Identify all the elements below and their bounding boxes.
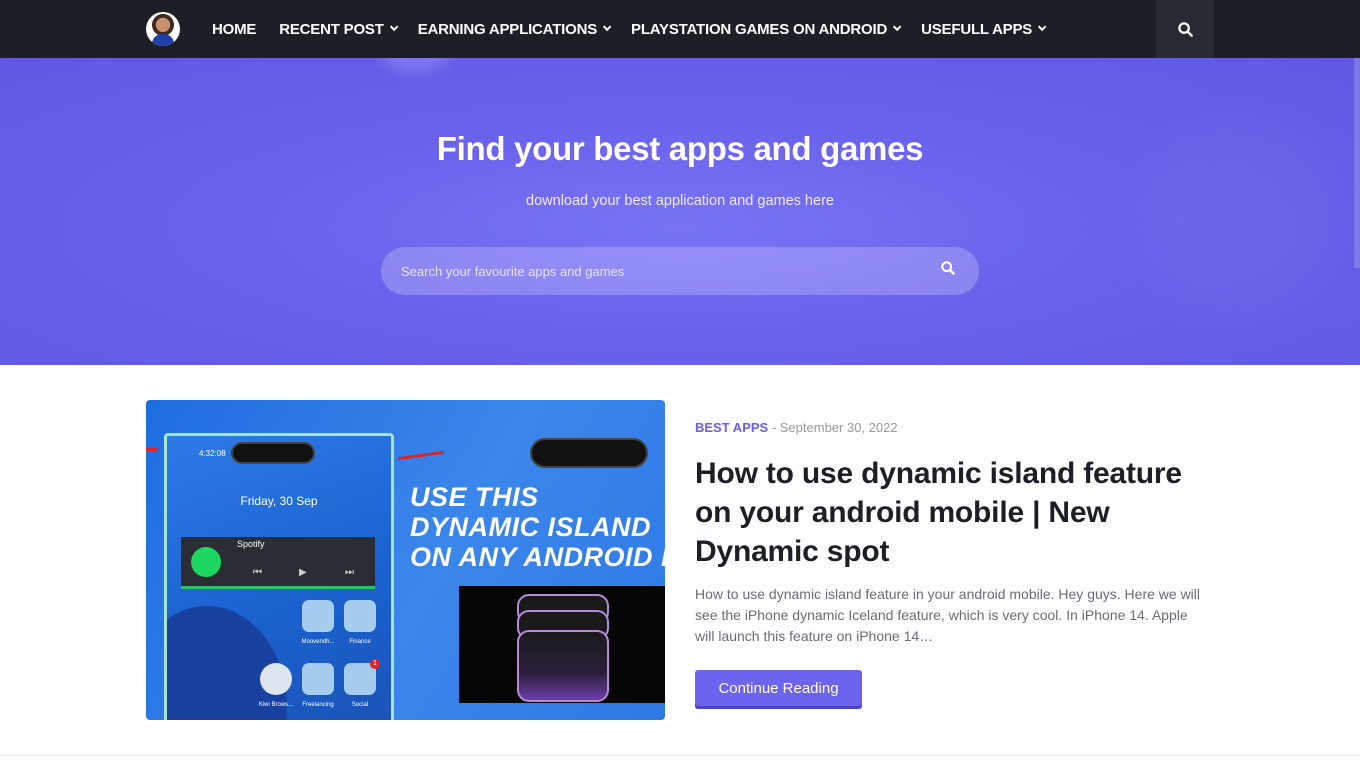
nav-item-earning-applications[interactable]: EARNING APPLICATIONS (417, 20, 612, 38)
meta-separator: - (768, 420, 780, 435)
nav-item-recent-post[interactable]: RECENT POST (279, 20, 399, 38)
previous-icon: ⏮ (253, 567, 262, 578)
next-icon: ⏭ (345, 567, 354, 578)
decorative-glow (380, 58, 450, 73)
post-thumbnail[interactable]: 4:32:08 Friday, 30 Sep Spotify ⏮ ▶ ⏭ Moo… (146, 400, 665, 720)
nav-item-home[interactable]: HOME (212, 21, 256, 38)
main-menu: HOME RECENT POST EARNING APPLICATIONS PL… (212, 0, 1066, 58)
search-icon (1177, 21, 1193, 37)
section-divider (0, 755, 1360, 756)
top-navbar: HOME RECENT POST EARNING APPLICATIONS PL… (0, 0, 1360, 58)
headline-line: ON ANY ANDROID PH (410, 542, 665, 572)
iphone-mockup (517, 630, 609, 702)
notification-badge: 1 (370, 659, 380, 669)
lockscreen-date: Friday, 30 Sep (240, 494, 318, 508)
hero-search-bar (381, 247, 979, 295)
chevron-down-icon (893, 22, 902, 32)
post-meta: BEST APPS - September 30, 2022 (695, 420, 898, 435)
nav-search-button[interactable] (1156, 0, 1214, 58)
hero-banner: Find your best apps and games download y… (0, 58, 1360, 365)
iphone-image (459, 586, 665, 703)
hero-subtitle: download your best application and games… (526, 193, 834, 209)
post-category-link[interactable]: BEST APPS (695, 420, 768, 435)
folder-icon (302, 663, 334, 695)
continue-reading-button[interactable]: Continue Reading (695, 670, 862, 706)
status-time: 4:32:08 (199, 449, 226, 458)
spotify-icon (191, 547, 221, 577)
dynamic-island-pill (231, 442, 315, 464)
nav-item-label: HOME (212, 20, 257, 38)
thumbnail-headline: USE THIS DYNAMIC ISLAND ON ANY ANDROID P… (410, 482, 665, 572)
nav-item-label: RECENT POST (279, 20, 384, 38)
hero-title: Find your best apps and games (436, 130, 924, 167)
chevron-down-icon (389, 22, 399, 32)
app-icon (302, 600, 334, 632)
thumbnail-phone-mockup: 4:32:08 Friday, 30 Sep Spotify ⏮ ▶ ⏭ Moo… (164, 433, 394, 720)
spotify-widget: Spotify ⏮ ▶ ⏭ (181, 537, 375, 589)
post-date: September 30, 2022 (779, 420, 898, 435)
post-title-link[interactable]: How to use dynamic island feature on you… (695, 454, 1205, 571)
app-label: Finance (349, 639, 371, 645)
app-label: Social (351, 702, 369, 708)
arrow-icon (398, 450, 444, 461)
nav-item-label: PLAYSTATION GAMES ON ANDROID (631, 20, 888, 38)
profile-avatar[interactable] (146, 12, 180, 46)
dynamic-island-pill (530, 438, 648, 468)
search-input[interactable] (401, 247, 921, 295)
headline-line: DYNAMIC ISLAND (410, 512, 651, 542)
nav-item-label: EARNING APPLICATIONS (417, 20, 598, 38)
post-excerpt: How to use dynamic island feature in you… (695, 586, 1201, 644)
chevron-down-icon (1037, 22, 1047, 32)
arrow-icon (146, 448, 158, 451)
search-icon (941, 261, 955, 275)
kiwi-browser-icon (260, 663, 292, 695)
player-label: Spotify (237, 539, 265, 549)
folder-icon (344, 600, 376, 632)
nav-item-label: USEFULL APPS (921, 20, 1033, 38)
nav-item-playstation-games[interactable]: PLAYSTATION GAMES ON ANDROID (631, 20, 902, 38)
play-icon: ▶ (299, 567, 307, 578)
nav-item-usefull-apps[interactable]: USEFULL APPS (921, 20, 1047, 38)
search-submit-button[interactable] (941, 261, 961, 281)
headline-line: USE THIS (410, 482, 539, 512)
chevron-down-icon (602, 22, 612, 32)
